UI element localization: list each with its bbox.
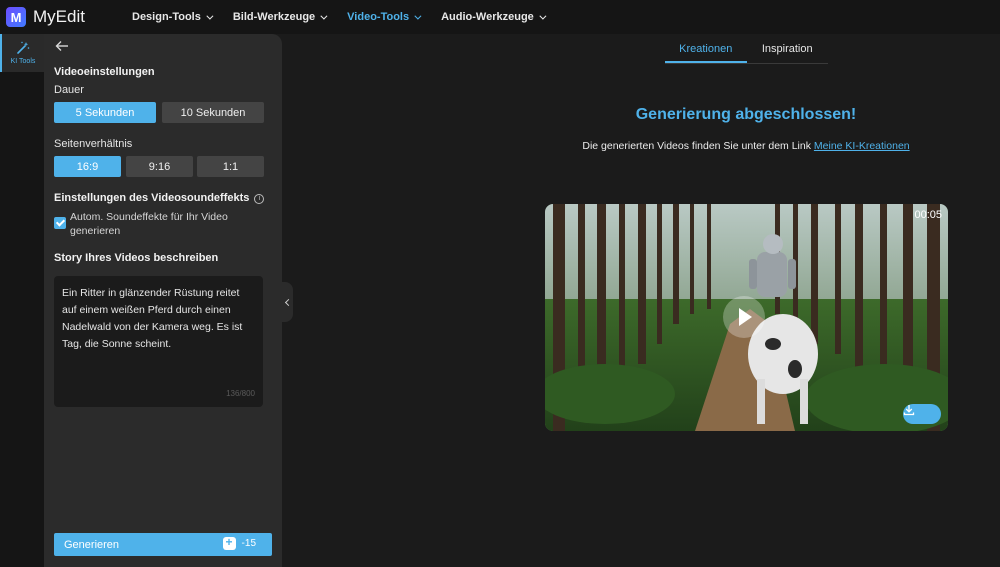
nav-video-tools[interactable]: Video-Tools bbox=[347, 11, 422, 23]
download-button[interactable] bbox=[903, 404, 941, 424]
generation-info-message: Die generierten Videos finden Sie unter … bbox=[582, 140, 811, 152]
rail-item-ki-tools-label: KI Tools bbox=[10, 58, 36, 65]
chevron-left-icon bbox=[284, 298, 293, 306]
app-logo[interactable]: M MyEdit bbox=[6, 7, 126, 27]
nav-audio-werkzeuge[interactable]: Audio-Werkzeuge bbox=[441, 11, 547, 23]
duration-10s-button[interactable]: 10 Sekunden bbox=[162, 102, 264, 123]
generate-button-label: Generieren bbox=[64, 538, 120, 551]
chevron-down-icon bbox=[414, 12, 422, 20]
auto-sound-label: Autom. Soundeffekte für Ihr Video generi… bbox=[70, 211, 228, 237]
tab-kreationen[interactable]: Kreationen bbox=[665, 40, 747, 63]
main-nav: Design-Tools Bild-Werkzeuge Video-Tools … bbox=[132, 11, 566, 23]
top-nav-bar: M MyEdit Design-Tools Bild-Werkzeuge Vid… bbox=[0, 0, 1000, 34]
myedit-logo-icon: M bbox=[6, 7, 26, 27]
video-duration: 00:05 bbox=[914, 209, 942, 221]
nav-bild-werkzeuge-label: Bild-Werkzeuge bbox=[232, 11, 316, 23]
info-icon[interactable]: i bbox=[254, 194, 265, 204]
aspect-16-9-button[interactable]: 16:9 bbox=[54, 156, 121, 177]
generate-button[interactable]: Generieren -15 bbox=[54, 533, 272, 556]
auto-sound-checkbox[interactable] bbox=[54, 217, 66, 229]
sound-settings-title: Einstellungen des Videosoundeffekts i bbox=[54, 192, 265, 204]
my-ai-creations-link[interactable]: Meine KI-Kreationen bbox=[814, 140, 910, 152]
nav-bild-werkzeuge[interactable]: Bild-Werkzeuge bbox=[232, 11, 328, 23]
chevron-down-icon bbox=[539, 12, 547, 20]
nav-audio-werkzeuge-label: Audio-Werkzeuge bbox=[441, 11, 534, 23]
char-count: 136/800 bbox=[226, 389, 255, 398]
nav-design-tools-label: Design-Tools bbox=[132, 11, 201, 23]
chevron-down-icon bbox=[206, 12, 214, 20]
generation-complete-heading: Generierung abgeschlossen! bbox=[635, 106, 857, 123]
aspect-9-16-button[interactable]: 9:16 bbox=[126, 156, 193, 177]
back-arrow-icon[interactable] bbox=[55, 40, 69, 52]
credit-cost-value: -15 bbox=[241, 538, 256, 549]
nav-video-tools-label: Video-Tools bbox=[347, 11, 410, 23]
credit-cost: -15 bbox=[222, 535, 256, 550]
aspect-ratio-label: Seitenverhältnis bbox=[54, 138, 133, 150]
credit-icon bbox=[222, 535, 236, 550]
magic-wand-icon bbox=[17, 41, 30, 54]
chevron-down-icon bbox=[320, 12, 328, 20]
tab-inspiration[interactable]: Inspiration bbox=[747, 40, 829, 63]
duration-5s-button[interactable]: 5 Sekunden bbox=[54, 102, 156, 123]
play-button[interactable] bbox=[723, 296, 765, 338]
story-title: Story Ihres Videos beschreiben bbox=[54, 252, 219, 264]
aspect-1-1-button[interactable]: 1:1 bbox=[197, 156, 264, 177]
story-text: Ein Ritter in glänzender Rüstung reitet … bbox=[62, 287, 243, 350]
nav-design-tools[interactable]: Design-Tools bbox=[132, 11, 214, 23]
duration-label: Dauer bbox=[54, 84, 84, 96]
video-settings-title: Videoeinstellungen bbox=[54, 66, 155, 78]
generation-info-text: Die generierten Videos finden Sie unter … bbox=[500, 140, 992, 152]
sound-settings-title-text: Einstellungen des Videosoundeffekts bbox=[54, 192, 250, 204]
collapse-panel-tab[interactable] bbox=[282, 282, 293, 322]
download-icon bbox=[903, 405, 915, 416]
story-textarea[interactable]: Ein Ritter in glänzender Rüstung reitet … bbox=[54, 276, 263, 407]
left-rail: KI Tools bbox=[0, 34, 44, 567]
video-player[interactable]: 00:05 bbox=[545, 204, 948, 431]
settings-panel: Videoeinstellungen Dauer 5 Sekunden 10 S… bbox=[44, 34, 282, 567]
main-tabs: Kreationen Inspiration bbox=[665, 40, 828, 64]
app-name: MyEdit bbox=[33, 7, 85, 26]
rail-item-ki-tools[interactable]: KI Tools bbox=[0, 34, 44, 72]
